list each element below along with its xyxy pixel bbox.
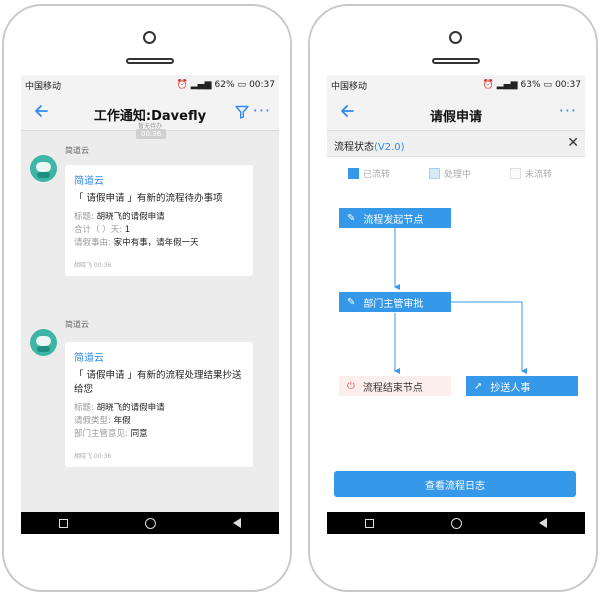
battery-percent: 63% (520, 80, 541, 90)
card-footer: 胡晓飞 00:36 (74, 453, 112, 460)
battery-percent: 62% (214, 80, 235, 90)
recent-apps-icon[interactable] (59, 518, 69, 528)
more-icon[interactable]: ··· (559, 101, 577, 120)
battery-icon: ▭ (543, 80, 553, 90)
send-icon: ➚ (474, 380, 483, 392)
card-line: 标题: 胡晓飞的请假申请 (74, 212, 165, 222)
front-camera (143, 31, 156, 44)
page-title: 请假申请 (429, 110, 482, 125)
more-icon[interactable]: ··· (253, 101, 271, 120)
card-line: 合计（ ）天: 1 (74, 225, 131, 235)
home-icon[interactable] (144, 517, 156, 529)
chat-area: 00:36 简道云 简道云 「 请假申请 」有新的流程待办事项 标题: 胡晓飞的… (21, 129, 279, 512)
phone-right: 中国移动 ⏰ ▂▄▆ 63% ▭ 00:37 请假申请 ··· 流程状态(V2.… (308, 4, 598, 592)
card-line: 请假类型: 年假 (74, 416, 131, 426)
carrier-label: 中国移动 (331, 81, 368, 92)
flow-connectors (394, 228, 527, 374)
alarm-icon: ⏰ (482, 80, 494, 90)
home-icon[interactable] (450, 517, 462, 529)
system-nav-bar (21, 512, 279, 534)
node-cc-hr[interactable]: ➚ 抄送人事 (466, 376, 578, 396)
node-start[interactable]: ✎ 流程发起节点 (339, 208, 451, 228)
back-icon[interactable] (232, 518, 241, 528)
clock: 00:37 (249, 80, 275, 90)
time-pill: 00:36 (136, 129, 167, 139)
flow-status-panel: 流程状态(V2.0) ✕ 已流转 处理中 未流转 ✎ 流程发起节点 ✎ 部门主管… (327, 131, 585, 512)
page-header: 请假申请 ··· (327, 95, 585, 131)
front-camera (449, 31, 462, 44)
avatar[interactable] (30, 155, 57, 182)
status-bar: 中国移动 ⏰ ▂▄▆ 62% ▭ 00:37 (21, 75, 279, 95)
battery-icon: ▭ (237, 80, 247, 90)
clock: 00:37 (555, 80, 581, 90)
filter-icon[interactable] (235, 104, 249, 123)
back-icon[interactable] (538, 518, 547, 528)
signal-icon: ▂▄▆ (190, 80, 212, 90)
sender-name: 简道云 (65, 320, 89, 329)
edit-icon: ✎ (347, 296, 356, 308)
screen-right: 中国移动 ⏰ ▂▄▆ 63% ▭ 00:37 请假申请 ··· 流程状态(V2.… (327, 75, 585, 534)
card-line: 请假事由: 家中有事，请年假一天 (74, 238, 199, 248)
message-card[interactable]: 简道云 「 请假申请 」有新的流程处理结果抄送给您 标题: 胡晓飞的请假申请 请… (65, 342, 253, 467)
chat-header: 工作通知:Davefly 暂无待办 ··· (21, 95, 279, 131)
node-manager-approval[interactable]: ✎ 部门主管审批 (339, 292, 451, 312)
sender-name: 简道云 (65, 146, 89, 155)
recent-apps-icon[interactable] (365, 518, 375, 528)
avatar[interactable] (30, 329, 57, 356)
power-icon: ⏻ (347, 380, 355, 392)
carrier-label: 中国移动 (25, 81, 62, 92)
signal-icon: ▂▄▆ (496, 80, 518, 90)
screen-left: 中国移动 ⏰ ▂▄▆ 62% ▭ 00:37 工作通知:Davefly 暂无待办… (21, 75, 279, 534)
alarm-icon: ⏰ (176, 80, 188, 90)
node-end[interactable]: ⏻ 流程结束节点 (339, 376, 451, 396)
edit-icon: ✎ (347, 212, 356, 224)
status-bar: 中国移动 ⏰ ▂▄▆ 63% ▭ 00:37 (327, 75, 585, 95)
card-line: 部门主管意见: 同意 (74, 429, 148, 439)
card-line: 标题: 胡晓飞的请假申请 (74, 403, 165, 413)
card-title: 「 请假申请 」有新的流程待办事项 (74, 193, 223, 204)
phone-left: 中国移动 ⏰ ▂▄▆ 62% ▭ 00:37 工作通知:Davefly 暂无待办… (2, 4, 292, 592)
card-title: 「 请假申请 」有新的流程处理结果抄送给您 (74, 370, 242, 395)
card-footer: 胡晓飞 00:36 (74, 262, 112, 269)
earpiece-speaker (432, 58, 480, 64)
card-app-name: 简道云 (74, 176, 104, 187)
earpiece-speaker (126, 58, 174, 64)
system-nav-bar (327, 512, 585, 534)
message-card[interactable]: 简道云 「 请假申请 」有新的流程待办事项 标题: 胡晓飞的请假申请 合计（ ）… (65, 165, 253, 276)
view-flow-log-button[interactable]: 查看流程日志 (334, 471, 576, 497)
card-app-name: 简道云 (74, 353, 104, 364)
